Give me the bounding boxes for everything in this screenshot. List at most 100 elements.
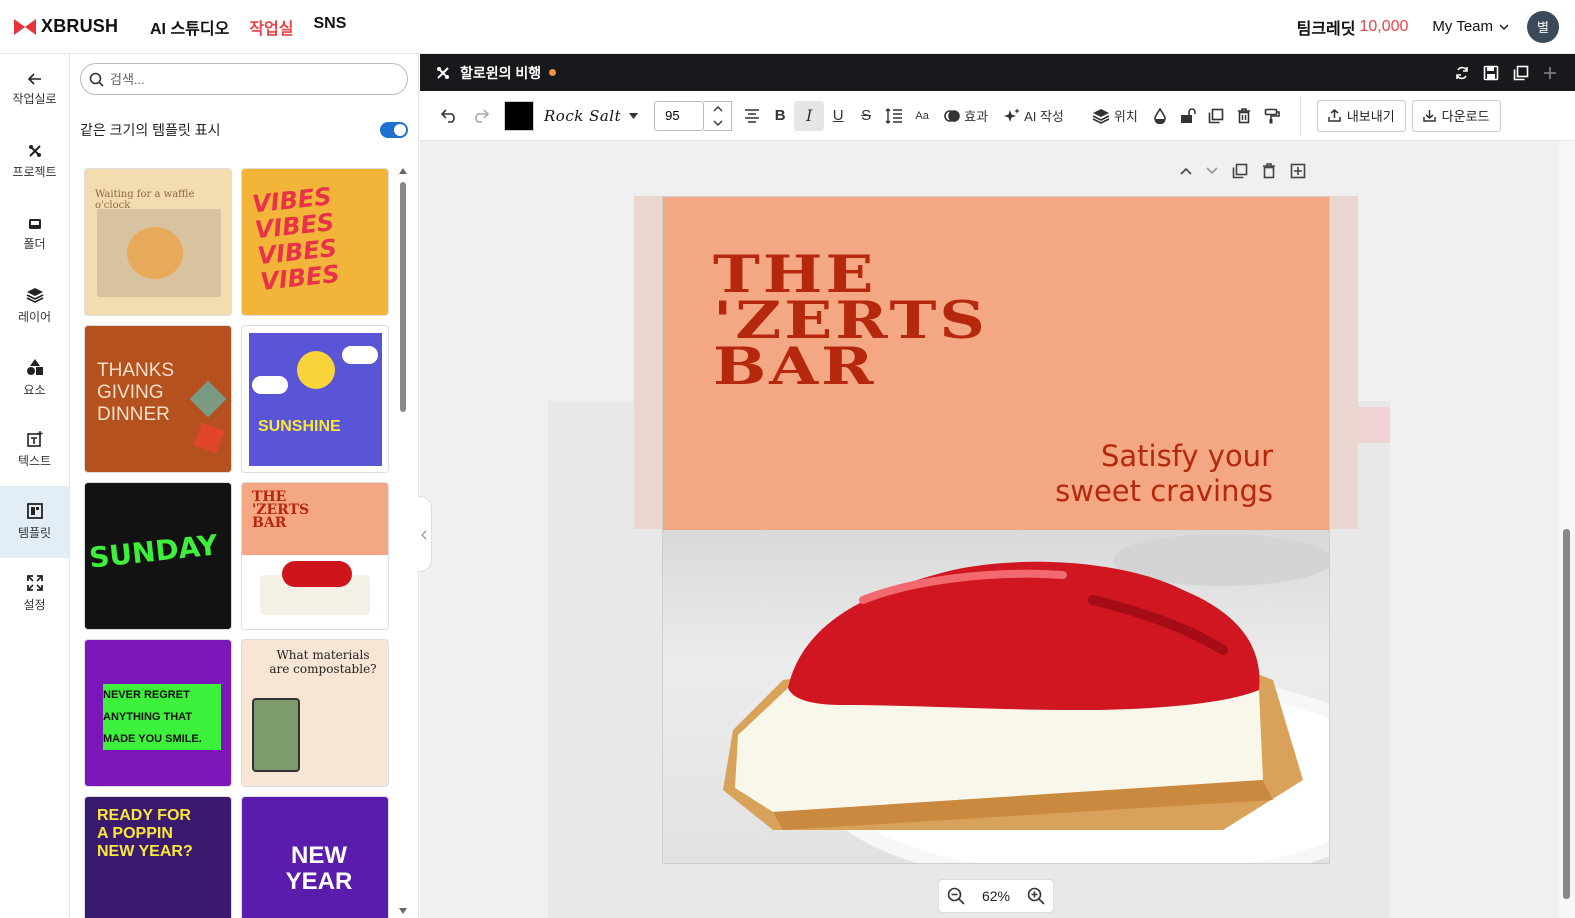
template-card-waffle[interactable]: Waiting for a waffle o'clock xyxy=(84,168,232,316)
duplicate-icon[interactable] xyxy=(1513,65,1529,81)
rail-label: 설정 xyxy=(23,598,46,612)
template-card-zerts[interactable]: THE 'ZERTS BAR xyxy=(241,482,389,630)
team-selector[interactable]: My Team xyxy=(1432,18,1509,35)
scroll-thumb[interactable] xyxy=(1563,529,1570,899)
font-name: Rock Salt xyxy=(544,106,622,125)
panel-collapse-handle[interactable] xyxy=(418,496,432,572)
nav-sns[interactable]: SNS xyxy=(314,15,347,39)
text-case-button[interactable]: Aa xyxy=(908,101,936,131)
rail-layers[interactable]: 레이어 xyxy=(0,270,69,342)
line-height-button[interactable] xyxy=(880,101,908,131)
font-size-input[interactable] xyxy=(654,100,705,131)
italic-button[interactable]: I xyxy=(794,100,825,131)
template-card-new-year[interactable]: NEW YEAR xyxy=(241,796,389,918)
template-card-sunday[interactable]: SUNDAY xyxy=(84,482,232,630)
rail-label: 템플릿 xyxy=(17,526,52,540)
layers-icon xyxy=(1092,108,1110,124)
copy-button[interactable] xyxy=(1202,101,1230,131)
nav-workroom[interactable]: 작업실 xyxy=(249,15,293,39)
rail-project[interactable]: 프로젝트 xyxy=(0,126,69,198)
bold-button[interactable]: B xyxy=(766,101,794,131)
rail-label: 레이어 xyxy=(17,310,52,324)
tagline-line-2: sweet cravings xyxy=(1055,474,1273,508)
duplicate-page-icon[interactable] xyxy=(1232,163,1248,179)
rail-folder[interactable]: 폴더 xyxy=(0,198,69,270)
font-size-stepper[interactable] xyxy=(704,100,733,131)
credit-value: 10,000 xyxy=(1359,17,1409,35)
headline-text[interactable]: THE 'ZERTS BAR xyxy=(713,248,988,392)
template-card-never-regret[interactable]: NEVER REGRET ANYTHING THAT MADE YOU SMIL… xyxy=(84,639,232,787)
add-page-icon[interactable] xyxy=(1290,163,1306,179)
plus-icon[interactable] xyxy=(1543,66,1557,80)
undo-icon xyxy=(441,108,455,123)
nav-ai-studio[interactable]: AI 스튜디오 xyxy=(150,15,229,39)
editor-header: 할로윈의 비행 xyxy=(420,54,1575,91)
rail-elements[interactable]: 요소 xyxy=(0,342,69,414)
font-selector[interactable]: Rock Salt xyxy=(544,101,639,131)
template-text: SUNSHINE xyxy=(258,418,341,435)
zoom-in-icon[interactable] xyxy=(1027,887,1045,905)
format-painter-button[interactable] xyxy=(1258,101,1286,131)
text-toolbar: Rock Salt B I U S Aa 효과 AI 작성 위치 xyxy=(420,91,1575,141)
tagline-text[interactable]: Satisfy your sweet cravings xyxy=(1055,439,1273,509)
cheesecake-photo[interactable] xyxy=(663,530,1329,863)
ai-write-button[interactable]: AI 작성 xyxy=(1004,101,1064,131)
underline-button[interactable]: U xyxy=(824,101,852,131)
caret-down-icon xyxy=(629,112,639,119)
canvas-scrollbar[interactable] xyxy=(1559,141,1575,918)
chevron-up-icon[interactable] xyxy=(1180,167,1192,175)
chevron-up-icon[interactable] xyxy=(713,105,723,112)
template-card-poppin[interactable]: READY FOR A POPPIN NEW YEAR? xyxy=(84,796,232,918)
template-card-vibes[interactable]: VIBES VIBES VIBES VIBES xyxy=(241,168,389,316)
ai-write-label: AI 작성 xyxy=(1024,109,1064,124)
template-card-sunshine[interactable]: SUNSHINE xyxy=(241,325,389,473)
panel-scrollbar[interactable] xyxy=(397,168,409,918)
rail-template[interactable]: 템플릿 xyxy=(0,486,69,558)
strikethrough-icon: S xyxy=(861,107,872,124)
redo-button[interactable] xyxy=(466,101,494,131)
design-page[interactable]: THE 'ZERTS BAR Satisfy your sweet cravin… xyxy=(662,196,1330,864)
project-icon xyxy=(28,145,41,157)
undo-button[interactable] xyxy=(436,101,464,131)
export-button[interactable]: 내보내기 xyxy=(1316,99,1406,132)
scroll-up-icon xyxy=(399,168,407,174)
zoom-out-icon[interactable] xyxy=(947,887,965,905)
rail-settings[interactable]: 설정 xyxy=(0,558,69,630)
strikethrough-button[interactable]: S xyxy=(852,101,880,131)
brand-logo[interactable]: XBRUSH xyxy=(14,16,134,37)
position-button[interactable]: 위치 xyxy=(1092,101,1138,131)
opacity-button[interactable] xyxy=(1146,101,1174,131)
rail-text[interactable]: 텍스트 xyxy=(0,414,69,486)
delete-page-icon[interactable] xyxy=(1262,163,1276,179)
template-card-thanksgiving[interactable]: THANKS GIVING DINNER xyxy=(84,325,232,473)
rail-label: 텍스트 xyxy=(17,454,52,468)
line-height-icon xyxy=(885,107,903,124)
expand-icon xyxy=(26,575,43,591)
effect-button[interactable]: 효과 xyxy=(944,101,988,131)
paint-roller-icon xyxy=(1264,108,1280,123)
scroll-thumb[interactable] xyxy=(400,182,406,412)
text-color-swatch[interactable] xyxy=(504,100,534,131)
download-button[interactable]: 다운로드 xyxy=(1411,99,1501,132)
same-size-toggle[interactable] xyxy=(380,122,408,138)
template-text: NEVER REGRET ANYTHING THAT MADE YOU SMIL… xyxy=(103,684,221,750)
refresh-icon[interactable] xyxy=(1455,66,1469,80)
avatar[interactable]: 별 xyxy=(1527,10,1559,43)
chevron-down-icon[interactable] xyxy=(1206,167,1218,175)
canvas-area[interactable]: THE 'ZERTS BAR Satisfy your sweet cravin… xyxy=(420,141,1575,918)
effect-icon xyxy=(944,109,960,122)
template-card-compostable[interactable]: What materials are compostable? xyxy=(241,639,389,787)
chevron-down-icon[interactable] xyxy=(713,120,723,126)
search-box[interactable] xyxy=(80,63,408,95)
cheesecake-illustration xyxy=(723,534,1329,863)
rail-back[interactable]: 작업실로 xyxy=(0,54,69,126)
document-title[interactable]: 할로윈의 비행 xyxy=(460,63,541,83)
effect-label: 효과 xyxy=(964,109,989,124)
align-button[interactable] xyxy=(738,101,766,131)
save-icon[interactable] xyxy=(1483,65,1499,81)
lock-button[interactable] xyxy=(1174,101,1202,131)
search-input[interactable] xyxy=(110,71,380,87)
delete-button[interactable] xyxy=(1230,101,1258,131)
unsaved-dot xyxy=(549,69,557,76)
template-image xyxy=(97,209,221,297)
